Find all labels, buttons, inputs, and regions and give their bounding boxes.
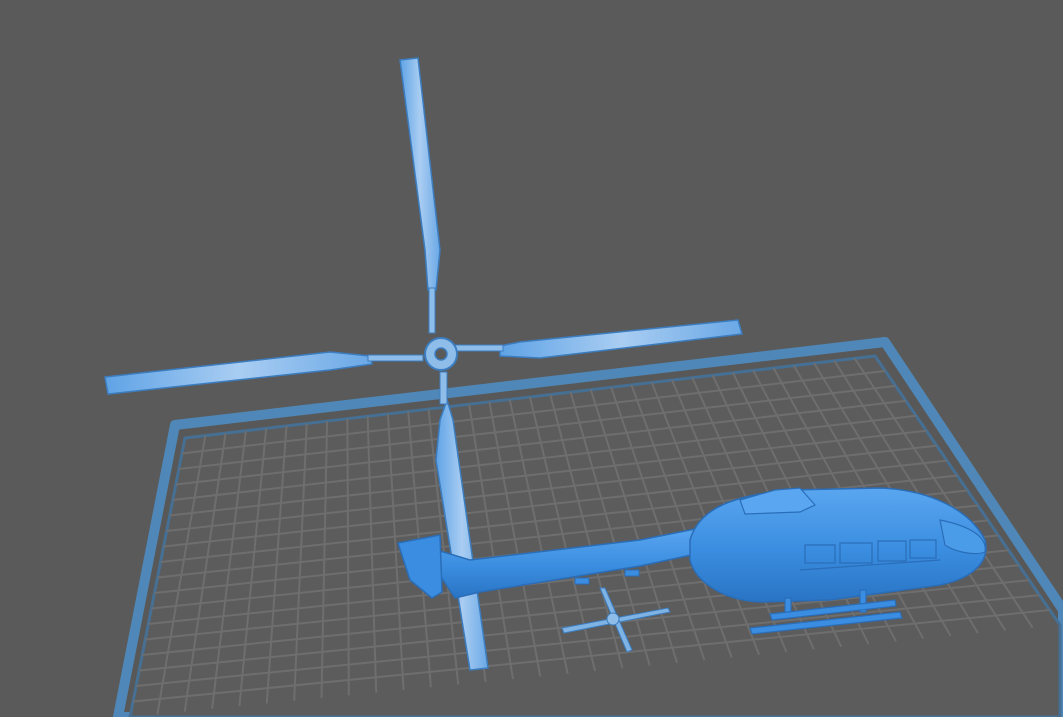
fuselage (689, 487, 987, 603)
tail-stabilizer (574, 577, 590, 585)
rotor-blade-top (399, 57, 441, 291)
rotor-hub-hole (434, 347, 448, 361)
rotor-blade-left (104, 351, 373, 395)
rotor-blade-right-grip (454, 344, 504, 352)
scene-canvas[interactable] (0, 0, 1063, 717)
rotor-blade-bottom-grip (439, 371, 448, 405)
3d-viewport[interactable] (0, 0, 1063, 717)
tail-stabilizer-right (624, 569, 640, 577)
rotor-blade-right (499, 319, 743, 359)
rotor-blade-top-grip (428, 287, 436, 334)
rotor-blade-left-grip (367, 354, 424, 362)
tail-rotor-hub (606, 612, 620, 626)
